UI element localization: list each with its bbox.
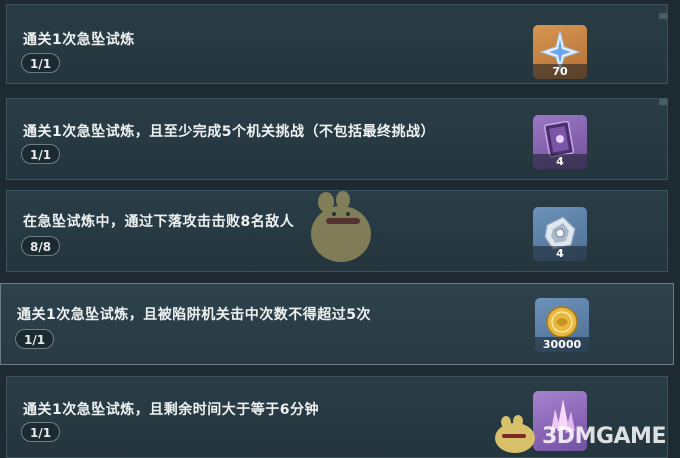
reward-item[interactable]: 30000 [535,298,589,352]
mascot-logo-icon [495,415,535,453]
achievement-title: 通关1次急坠试炼，且至少完成5个机关挑战（不包括最终挑战） [23,124,435,140]
achievement-row: 通关1次急坠试炼 1/1 70 [6,4,668,84]
progress-badge: 8/8 [21,236,61,256]
watermark-text: 3DMGAME [542,424,666,449]
achievement-row: 通关1次急坠试炼，且至少完成5个机关挑战（不包括最终挑战） 1/1 4 [6,98,668,180]
reward-count: 70 [533,64,587,79]
reward-item[interactable]: 4 [533,115,587,169]
mascot-watermark-icon [311,191,371,262]
achievement-title: 通关1次急坠试炼，且剩余时间大于等于6分钟 [23,402,319,418]
reward-count: 4 [533,246,587,261]
achievement-title: 通关1次急坠试炼 [23,32,135,48]
corner-marker [659,99,667,105]
progress-badge: 1/1 [15,329,55,349]
achievement-row: 通关1次急坠试炼，且被陷阱机关击中次数不得超过5次 1/1 30000 [0,283,674,365]
reward-item[interactable]: 4 [533,207,587,261]
site-watermark: 3DMGAME [488,415,668,453]
achievement-list: 通关1次急坠试炼 1/1 70 通关1次急坠试炼，且至少完成5个机关挑战（不包括… [0,0,680,458]
progress-badge: 1/1 [21,53,61,73]
reward-count: 4 [533,154,587,169]
achievement-title: 通关1次急坠试炼，且被陷阱机关击中次数不得超过5次 [17,307,371,323]
reward-count: 30000 [535,337,589,352]
progress-badge: 1/1 [21,422,61,442]
progress-badge: 1/1 [21,144,61,164]
reward-item[interactable]: 70 [533,25,587,79]
achievement-title: 在急坠试炼中，通过下落攻击击败8名敌人 [23,214,295,230]
corner-marker [659,13,667,19]
